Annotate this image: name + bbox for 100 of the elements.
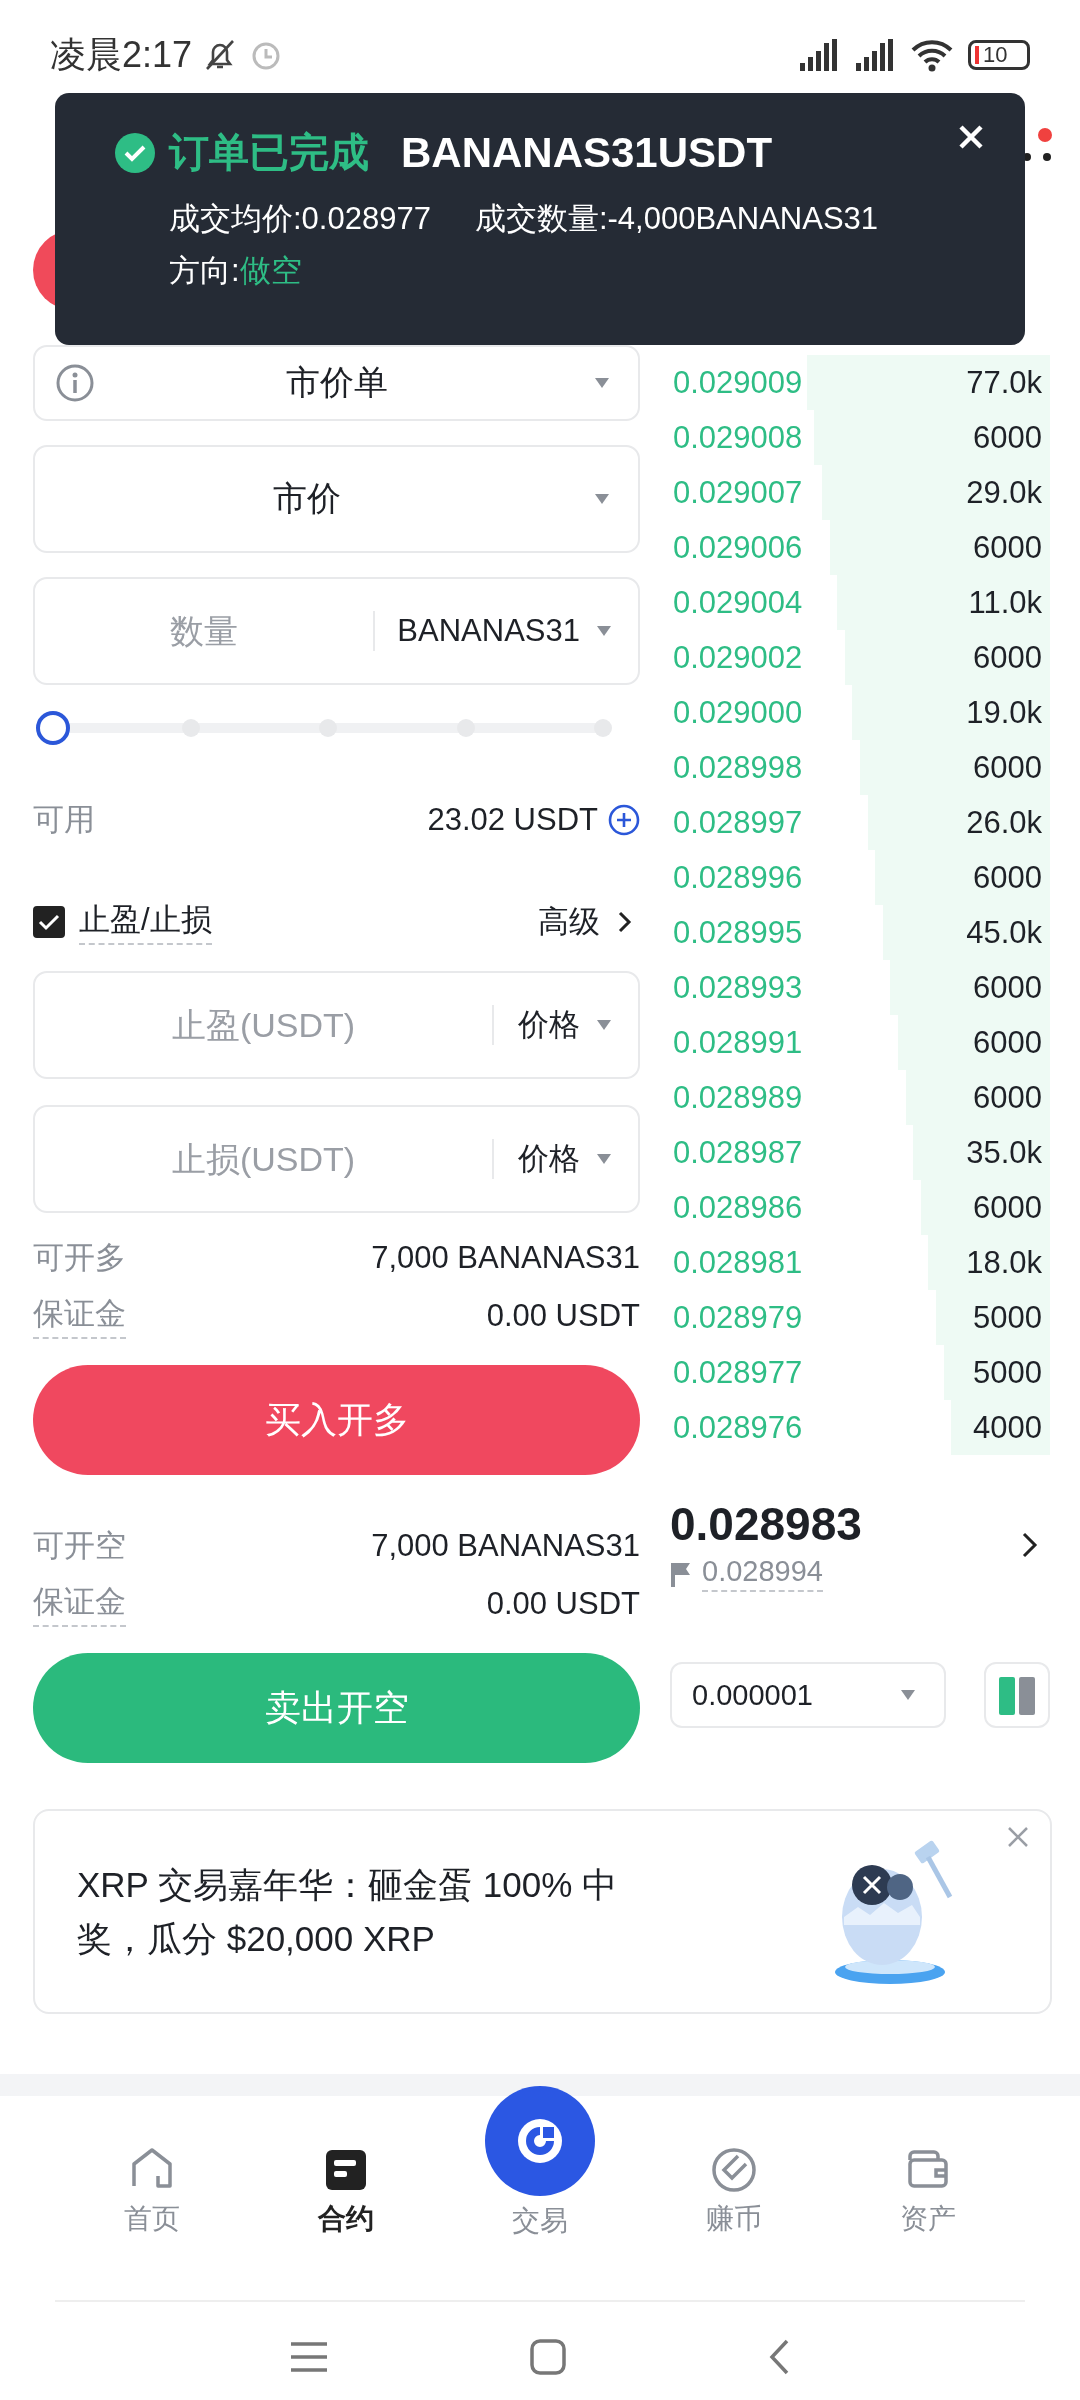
menu-icon[interactable] — [289, 2340, 329, 2374]
max-open-value: 7,000 BANANAS31 — [371, 1240, 640, 1276]
info-icon — [55, 363, 95, 403]
nav-tab[interactable]: 首页 — [82, 2146, 222, 2300]
ask-price[interactable]: 0.029008 — [673, 419, 803, 456]
nav-tab[interactable]: 资产 — [858, 2146, 998, 2300]
chevron-right-icon — [618, 911, 632, 933]
toast-title: 订单已完成 — [169, 129, 369, 176]
nav-tab[interactable]: 赚币 — [664, 2146, 804, 2300]
ask-price[interactable]: 0.028991 — [673, 1024, 803, 1061]
ask-amount: 5000 — [973, 1354, 1042, 1391]
ask-price[interactable]: 0.028997 — [673, 804, 803, 841]
ask-price[interactable]: 0.028989 — [673, 1079, 803, 1116]
caret-icon — [594, 377, 610, 389]
order-type-dropdown[interactable]: 市价单 — [33, 345, 640, 421]
advanced-link[interactable]: 高级 — [538, 901, 640, 943]
notification-dot-icon — [1038, 128, 1052, 142]
ask-price[interactable]: 0.028996 — [673, 859, 803, 896]
back-icon[interactable] — [767, 2338, 791, 2376]
ask-amount: 6000 — [973, 1189, 1042, 1226]
available-value: 23.02 USDT — [427, 802, 598, 838]
check-icon — [38, 913, 60, 931]
wifi-icon — [910, 37, 954, 73]
caret-icon — [596, 625, 612, 637]
ask-amount: 5000 — [973, 1299, 1042, 1336]
price-type-dropdown[interactable]: 市价 — [33, 445, 640, 553]
buy-long-button[interactable]: 买入开多 — [33, 1365, 640, 1475]
available-label: 可用 — [33, 801, 95, 839]
logo-icon — [516, 2117, 564, 2165]
ask-amount: 26.0k — [966, 804, 1042, 841]
signal-icon — [798, 37, 840, 73]
layout-button[interactable] — [984, 1662, 1050, 1728]
ask-price[interactable]: 0.028979 — [673, 1299, 803, 1336]
ask-amount: 6000 — [973, 859, 1042, 896]
max-open-label: 可开多 — [33, 1239, 126, 1277]
margin-value: 0.00 USDT — [486, 1586, 640, 1622]
ask-price[interactable]: 0.028998 — [673, 749, 803, 786]
ask-amount: 18.0k — [966, 1244, 1042, 1281]
ask-amount: 77.0k — [966, 364, 1042, 401]
ask-price[interactable]: 0.029009 — [673, 364, 803, 401]
mark-price: 0.028994 — [702, 1555, 823, 1592]
toast-symbol: BANANAS31USDT — [401, 128, 773, 177]
clock-time: 凌晨2:17 — [50, 32, 193, 77]
columns-icon — [997, 1675, 1037, 1715]
slider-thumb[interactable] — [36, 711, 70, 745]
sell-short-button[interactable]: 卖出开空 — [33, 1653, 640, 1763]
nav-tab[interactable]: 合约 — [276, 2146, 416, 2300]
ask-amount: 35.0k — [966, 1134, 1042, 1171]
tp-sl-label: 止盈/止损 — [79, 899, 212, 945]
margin-label: 保证金 — [33, 1293, 126, 1339]
ask-price[interactable]: 0.028987 — [673, 1134, 803, 1171]
average-price-text: 成交均价:0.028977 — [169, 200, 431, 238]
caret-icon — [900, 1689, 916, 1701]
ask-amount: 6000 — [973, 419, 1042, 456]
ask-price[interactable]: 0.029007 — [673, 474, 803, 511]
ask-amount: 6000 — [973, 1024, 1042, 1061]
signal-icon — [854, 37, 896, 73]
price-mode-dropdown[interactable]: 价格 — [494, 1138, 638, 1180]
tick-size-dropdown[interactable]: 0.000001 — [670, 1662, 946, 1728]
direction-value: 做空 — [239, 253, 302, 288]
margin-value: 0.00 USDT — [486, 1298, 640, 1334]
last-price: 0.028983 — [670, 1498, 862, 1550]
take-profit-field[interactable]: 止盈(USDT) 价格 — [33, 971, 640, 1079]
margin-label: 保证金 — [33, 1581, 126, 1627]
chevron-right-icon[interactable] — [1022, 1531, 1038, 1558]
ask-price[interactable]: 0.029000 — [673, 694, 803, 731]
filled-quantity-text: 成交数量:-4,000BANANAS31 — [474, 200, 879, 238]
ask-price[interactable]: 0.028995 — [673, 914, 803, 951]
check-circle-icon — [115, 132, 155, 173]
ask-price[interactable]: 0.028993 — [673, 969, 803, 1006]
checkbox[interactable] — [33, 906, 65, 938]
price-mode-dropdown[interactable]: 价格 — [494, 1004, 638, 1046]
quantity-field[interactable]: 数量 BANANAS31 — [33, 577, 640, 685]
direction-label: 方向: — [169, 253, 240, 288]
home-square-icon[interactable] — [529, 2338, 567, 2376]
battery-indicator: 10 — [968, 40, 1030, 70]
ask-price[interactable]: 0.029002 — [673, 639, 803, 676]
ask-price[interactable]: 0.029004 — [673, 584, 803, 621]
caret-icon — [596, 1153, 612, 1165]
coin-icon — [710, 2146, 758, 2194]
ask-price[interactable]: 0.029006 — [673, 529, 803, 566]
nav-tab[interactable]: 交易 — [470, 2086, 610, 2300]
banner-text: XRP 交易嘉年华：砸金蛋 100% 中奖，瓜分 $20,000 XRP — [77, 1863, 619, 1960]
ask-amount: 6000 — [973, 1079, 1042, 1116]
ask-amount: 11.0k — [968, 584, 1042, 621]
caret-icon — [594, 493, 610, 505]
ask-amount: 45.0k — [966, 914, 1042, 951]
ask-amount: 6000 — [973, 969, 1042, 1006]
ask-amount: 6000 — [973, 529, 1042, 566]
max-open-value: 7,000 BANANAS31 — [371, 1528, 640, 1564]
ask-price[interactable]: 0.028986 — [673, 1189, 803, 1226]
ask-amount: 29.0k — [966, 474, 1042, 511]
unit-dropdown[interactable]: BANANAS31 — [375, 613, 638, 649]
ask-price[interactable]: 0.028977 — [673, 1354, 803, 1391]
promo-banner[interactable]: XRP 交易嘉年华：砸金蛋 100% 中奖，瓜分 $20,000 XRP — [33, 1809, 1052, 2014]
ask-price[interactable]: 0.028981 — [673, 1244, 803, 1281]
more-icon[interactable] — [1022, 152, 1052, 162]
ask-price[interactable]: 0.028976 — [673, 1409, 803, 1446]
stop-loss-field[interactable]: 止损(USDT) 价格 — [33, 1105, 640, 1213]
add-icon[interactable] — [608, 804, 640, 836]
